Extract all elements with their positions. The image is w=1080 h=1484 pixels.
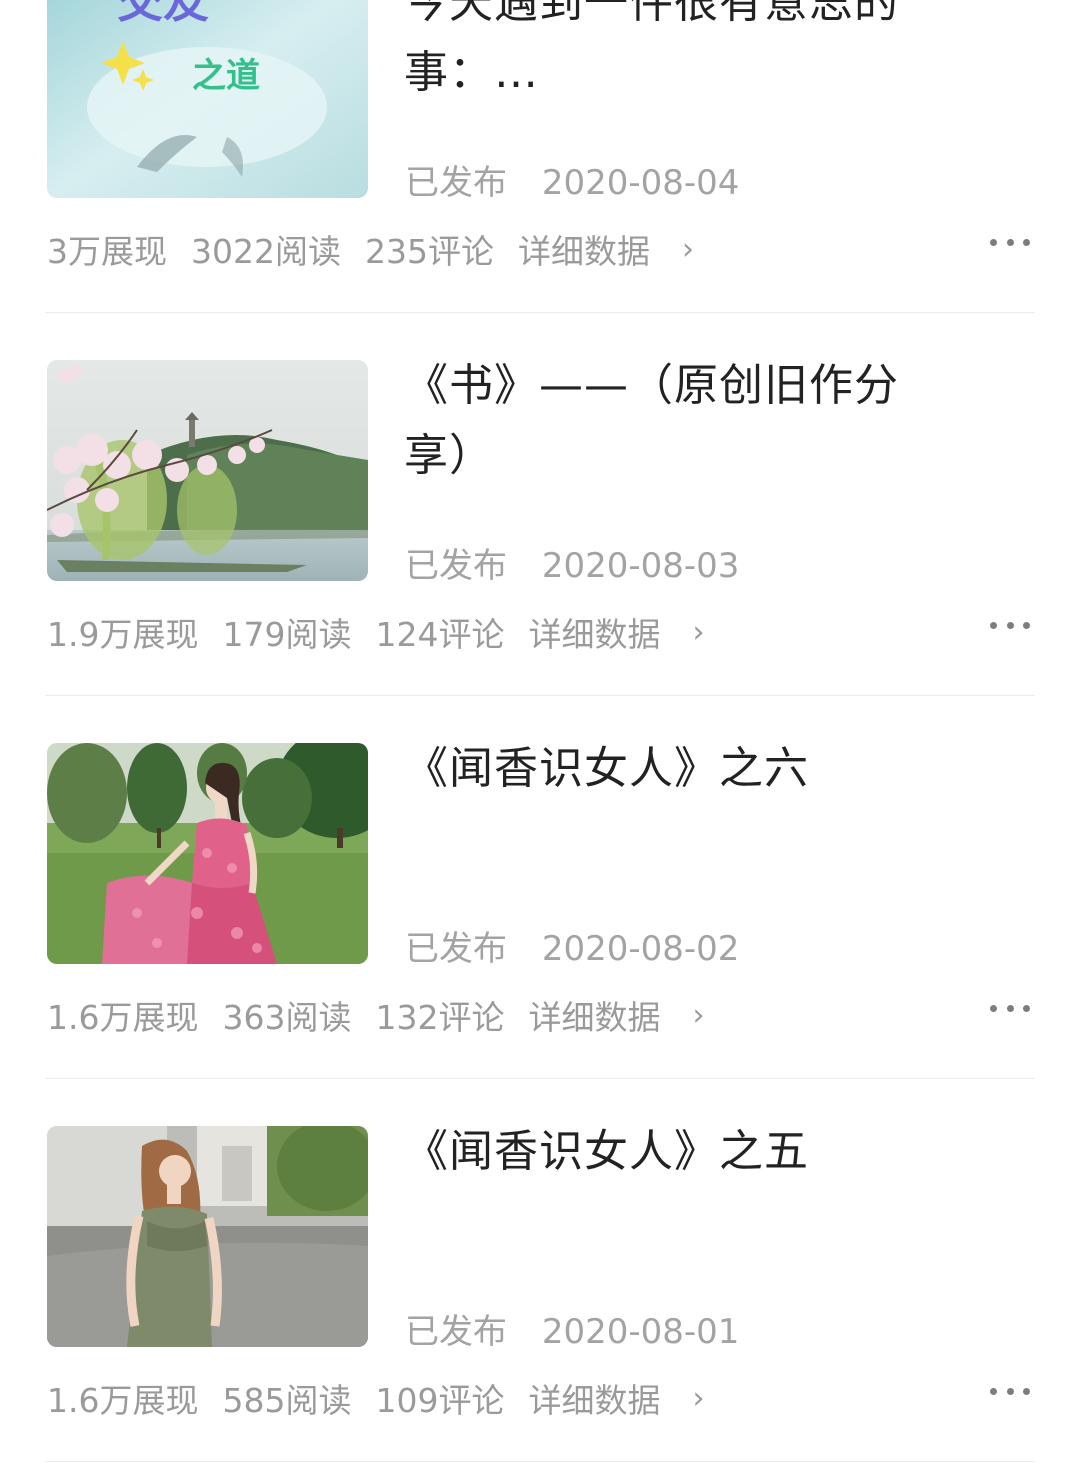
chevron-right-icon: › [692,614,705,650]
more-dots-icon[interactable] [990,605,1030,645]
list-item[interactable]: 交友 之道 今天遇到一件很有意思的事：… 已发布 2020-08-04 3万展现… [0,0,1080,313]
publish-date: 2020-08-04 [541,163,740,203]
detail-data-link[interactable]: 详细数据 › [528,608,728,656]
thumbnail-text-bottom: 之道 [192,56,260,96]
comments-count: 235评论 [364,232,494,271]
reads-count: 363阅读 [222,998,352,1037]
publish-info: 已发布 2020-08-02 [405,921,739,970]
publish-info: 已发布 2020-08-03 [405,538,739,587]
article-thumbnail[interactable]: 交友 之道 [47,0,368,198]
detail-data-link[interactable]: 详细数据 › [528,991,728,1039]
article-title[interactable]: 《闻香识女人》之五 [404,1117,964,1187]
publish-info: 已发布 2020-08-04 [405,155,739,204]
impressions-count: 1.9万展现 [47,615,199,654]
article-stats: 3万展现 3022阅读 235评论 详细数据 › [47,225,718,273]
article-thumbnail[interactable] [47,1126,368,1347]
detail-data-label: 详细数据 [528,998,661,1037]
publish-date: 2020-08-03 [541,546,740,586]
more-dots-icon[interactable] [990,988,1030,1028]
divider [45,1461,1035,1462]
article-title[interactable]: 《书》——（原创旧作分享） [404,351,964,491]
thumbnail-image [47,1126,368,1347]
article-title[interactable]: 今天遇到一件很有意思的事：… [404,0,964,108]
reads-count: 3022阅读 [191,232,341,271]
publish-status: 已发布 [405,546,507,586]
chevron-right-icon: › [681,231,694,267]
publish-info: 已发布 2020-08-01 [405,1304,739,1353]
article-title[interactable]: 《闻香识女人》之六 [404,734,964,804]
list-item[interactable]: 《书》——（原创旧作分享） 已发布 2020-08-03 1.9万展现 179阅… [0,313,1080,696]
publish-date: 2020-08-01 [541,1312,740,1352]
article-thumbnail[interactable] [47,360,368,581]
thumbnail-text-top: 交友 [117,0,209,28]
list-item[interactable]: 《闻香识女人》之五 已发布 2020-08-01 1.6万展现 585阅读 10… [0,1079,1080,1462]
reads-count: 585阅读 [222,1381,352,1420]
impressions-count: 3万展现 [47,232,167,271]
impressions-count: 1.6万展现 [47,1381,199,1420]
article-stats: 1.6万展现 363阅读 132评论 详细数据 › [47,991,728,1039]
thumbnail-image [47,360,368,581]
thumbnail-image [47,743,368,964]
detail-data-link[interactable]: 详细数据 › [518,225,718,273]
chevron-right-icon: › [692,997,705,1033]
article-list: 交友 之道 今天遇到一件很有意思的事：… 已发布 2020-08-04 3万展现… [0,0,1080,1462]
more-dots-icon[interactable] [990,222,1030,262]
detail-data-link[interactable]: 详细数据 › [528,1374,728,1422]
article-thumbnail[interactable] [47,743,368,964]
thumbnail-image: 交友 之道 [47,0,368,198]
publish-status: 已发布 [405,1312,507,1352]
more-dots-icon[interactable] [990,1371,1030,1411]
detail-data-label: 详细数据 [528,1381,661,1420]
comments-count: 124评论 [375,615,505,654]
detail-data-label: 详细数据 [528,615,661,654]
publish-status: 已发布 [405,163,507,203]
article-stats: 1.9万展现 179阅读 124评论 详细数据 › [47,608,728,656]
impressions-count: 1.6万展现 [47,998,199,1037]
article-stats: 1.6万展现 585阅读 109评论 详细数据 › [47,1374,728,1422]
list-item[interactable]: 《闻香识女人》之六 已发布 2020-08-02 1.6万展现 363阅读 13… [0,696,1080,1079]
detail-data-label: 详细数据 [517,232,650,271]
reads-count: 179阅读 [222,615,352,654]
publish-status: 已发布 [405,929,507,969]
chevron-right-icon: › [692,1380,705,1416]
comments-count: 132评论 [375,998,505,1037]
comments-count: 109评论 [375,1381,505,1420]
publish-date: 2020-08-02 [541,929,740,969]
